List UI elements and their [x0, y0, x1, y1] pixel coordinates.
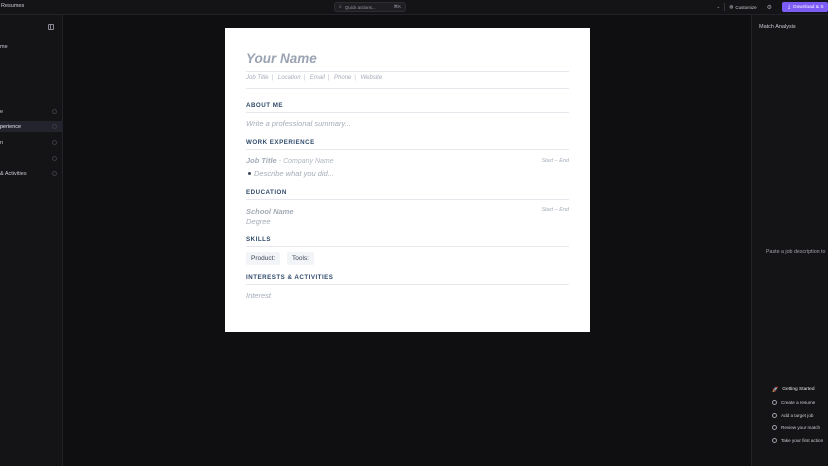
divider — [246, 88, 569, 89]
section-status-icon — [52, 156, 57, 161]
section-heading-education: EDUCATION — [246, 189, 287, 196]
unchecked-circle-icon — [772, 425, 777, 431]
checklist-item-label: Add a target job — [781, 412, 814, 418]
divider — [246, 149, 569, 150]
download-icon: ⤓ — [788, 5, 791, 10]
work-bullet-field[interactable]: Describe what you did... — [247, 169, 334, 178]
section-heading-skills: SKILLS — [246, 236, 272, 243]
separator: | — [271, 75, 274, 81]
education-dates-field[interactable]: Start – End — [541, 207, 569, 213]
sidebar-item-skills[interactable] — [0, 153, 63, 164]
quick-actions-placeholder: Quick actions... — [344, 4, 376, 10]
contact-line[interactable]: Job Title | Location | Email | Phone | Websi… — [246, 75, 382, 81]
sidebar-item-label: n — [0, 139, 4, 146]
work-entry-title[interactable]: Job Title - Company Name — [246, 156, 334, 165]
sidebar-item-label: perience — [0, 123, 22, 130]
settings-icon[interactable]: ⚙ — [767, 4, 772, 11]
checklist-item-label: Review your match — [781, 425, 821, 431]
toggle-sidebar-icon[interactable] — [48, 24, 54, 30]
sidebar: me e perience n & Activities — [0, 15, 63, 466]
unchecked-circle-icon — [772, 437, 777, 443]
divider — [246, 71, 569, 72]
work-dates-field[interactable]: Start – End — [541, 158, 569, 164]
getting-started-title: Getting Started — [782, 387, 815, 392]
unchecked-circle-icon — [772, 399, 777, 405]
section-status-icon — [52, 109, 57, 114]
checklist-item[interactable]: Review your match — [766, 421, 828, 434]
contact-location[interactable]: Location — [278, 75, 301, 81]
divider — [246, 199, 569, 200]
contact-phone[interactable]: Phone — [334, 75, 351, 81]
sidebar-item-label: e — [0, 108, 4, 115]
company-field[interactable]: - Company Name — [279, 158, 334, 165]
separator: | — [327, 75, 330, 81]
search-icon: ⌕ — [339, 4, 342, 10]
shortcut-hint: ⌘K — [393, 4, 401, 9]
job-title-field[interactable]: Job Title — [246, 156, 277, 165]
contact-job-title[interactable]: Job Title — [246, 75, 269, 81]
skill-chip[interactable]: Product: — [246, 252, 281, 265]
sidebar-item-label: & Activities — [0, 170, 27, 177]
sidebar-item-about[interactable]: e — [0, 106, 63, 117]
divider — [724, 3, 726, 11]
top-bar: Resumes ⌕ Quick actions... ⌘K ⌄ ◍ Custom… — [0, 0, 828, 15]
summary-field[interactable]: Write a professional summary... — [246, 119, 351, 128]
breadcrumb[interactable]: Resumes — [1, 3, 24, 9]
contact-website[interactable]: Website — [361, 75, 383, 81]
separator: | — [354, 75, 356, 81]
palette-icon: ◍ — [729, 4, 734, 9]
download-label: Download & S — [793, 4, 824, 10]
skill-chip[interactable]: Tools: — [287, 252, 314, 265]
divider — [246, 246, 569, 247]
degree-field[interactable]: Degree — [246, 217, 271, 226]
section-heading-about: ABOUT ME — [246, 102, 283, 109]
checklist-item-label: Take your first action — [781, 437, 824, 443]
getting-started-header[interactable]: 🚀 Getting Started — [766, 383, 828, 396]
sidebar-item-education[interactable]: n — [0, 137, 63, 148]
customize-button[interactable]: ◍ Customize — [729, 4, 756, 10]
section-heading-work: WORK EXPERIENCE — [246, 139, 315, 146]
download-button[interactable]: ⤓ Download & S — [782, 2, 828, 12]
checklist-item[interactable]: Create a resume — [766, 396, 828, 409]
checklist-item[interactable]: Add a target job — [766, 409, 828, 422]
section-status-icon — [52, 124, 57, 129]
section-status-icon — [52, 171, 57, 176]
section-status-icon — [52, 140, 57, 145]
unchecked-circle-icon — [772, 412, 777, 418]
chevron-down-icon[interactable]: ⌄ — [716, 4, 720, 10]
resume-name-field[interactable]: Your Name — [246, 51, 317, 66]
checklist-item[interactable]: Take your first action — [766, 434, 828, 447]
sidebar-item-interests[interactable]: & Activities — [0, 168, 63, 179]
top-actions: ⌄ ◍ Customize ⚙ ⤓ Download & S — [716, 2, 828, 12]
school-name-field[interactable]: School Name — [246, 207, 294, 216]
divider — [246, 112, 569, 113]
contact-email[interactable]: Email — [310, 75, 325, 81]
paste-job-prompt: Paste a job description to — [766, 249, 826, 255]
customize-label: Customize — [735, 4, 757, 10]
resume-name[interactable]: me — [0, 44, 8, 50]
quick-actions-search[interactable]: ⌕ Quick actions... ⌘K — [334, 2, 406, 12]
match-analysis-panel: Match Analysis Paste a job description t… — [751, 15, 828, 466]
section-heading-interests: INTERESTS & ACTIVITIES — [246, 274, 334, 281]
panel-title: Match Analysis — [759, 24, 796, 30]
checklist-item-label: Create a resume — [781, 399, 816, 405]
getting-started-checklist: 🚀 Getting Started Create a resume Add a … — [766, 383, 828, 447]
resume-page: Your Name Job Title | Location | Email | Ph… — [225, 28, 590, 332]
rocket-icon: 🚀 — [772, 386, 779, 393]
separator: | — [303, 75, 306, 81]
sidebar-item-experience[interactable]: perience — [0, 121, 63, 132]
interest-field[interactable]: Interest — [246, 291, 271, 300]
divider — [246, 284, 569, 285]
